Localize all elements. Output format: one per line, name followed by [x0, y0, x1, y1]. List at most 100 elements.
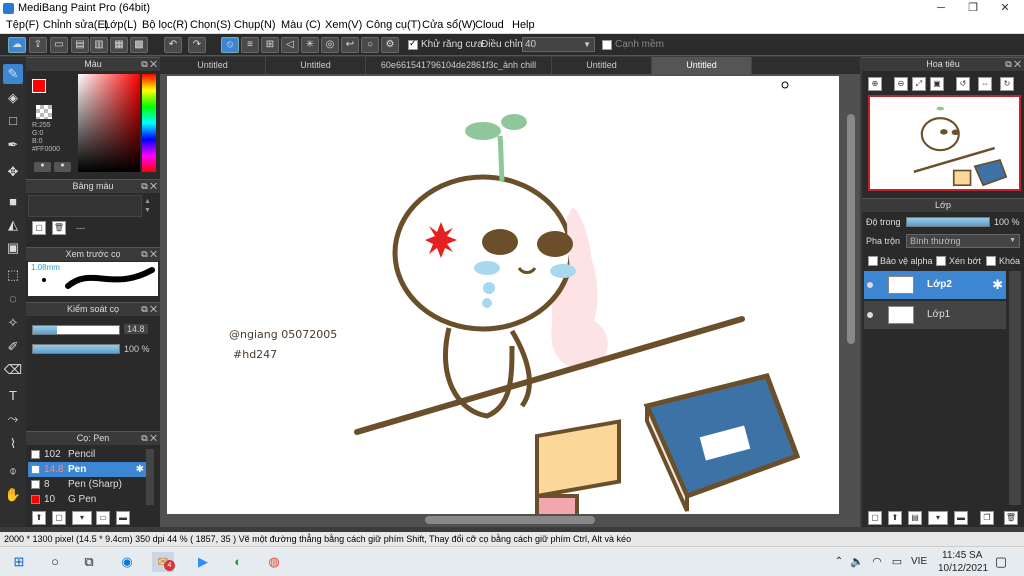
lock-checkbox[interactable]	[986, 256, 996, 266]
layer-row-selected[interactable]: Lớp2 ✱	[864, 271, 1006, 299]
clipping-checkbox[interactable]	[936, 256, 946, 266]
select-tool-icon[interactable]: ⬚	[3, 265, 23, 285]
brush-opacity-slider[interactable]	[32, 344, 120, 354]
new-layer-up-icon[interactable]: ⬆	[888, 511, 902, 525]
new-palette-icon[interactable]: ▢	[32, 221, 46, 235]
brush-folder-icon[interactable]: ▬	[116, 511, 130, 525]
menu-view[interactable]: Xem(V)	[325, 19, 362, 31]
panel-close-icon[interactable]: ⧉ ✕	[141, 58, 157, 71]
color-picker-square[interactable]	[78, 74, 140, 172]
panel-close-icon[interactable]: ⧉ ✕	[141, 180, 157, 193]
menu-capture[interactable]: Chụp(N)	[234, 19, 276, 31]
bucket-tool-icon[interactable]: ◭	[3, 215, 23, 235]
move-tool-icon[interactable]: ✥	[3, 162, 23, 182]
rotate-left-icon[interactable]: ↺	[956, 77, 970, 91]
rect-tool-icon[interactable]: □	[3, 111, 23, 131]
antialias-checkbox[interactable]	[408, 38, 418, 50]
vertical-scrollbar[interactable]	[845, 74, 857, 514]
palette-scroll-icon[interactable]: ▲ ▼	[144, 197, 151, 215]
brush-menu-icon[interactable]: ▾	[72, 511, 92, 525]
panel-close-icon[interactable]: ⧉ ✕	[141, 432, 157, 445]
minimize-button[interactable]: ─	[925, 0, 957, 17]
flip-icon[interactable]: ⇔	[978, 77, 992, 91]
layer-copy-icon[interactable]: ❐	[980, 511, 994, 525]
fill-rect-tool-icon[interactable]: ■	[3, 192, 23, 212]
layer-row[interactable]: Lớp1	[864, 301, 1006, 329]
dropper-tool-icon[interactable]: ⌇	[3, 434, 23, 454]
layer-opacity-slider[interactable]	[906, 217, 990, 227]
perspective-snap-icon[interactable]: ◁	[281, 37, 299, 53]
close-button[interactable]: ✕	[989, 0, 1021, 17]
actual-size-icon[interactable]: ▣	[930, 77, 944, 91]
curve-snap-icon[interactable]: ↩	[341, 37, 359, 53]
visibility-icon[interactable]	[867, 312, 873, 318]
chrome-icon[interactable]: ◍	[263, 552, 285, 572]
windows-start-icon[interactable]: ⊞	[8, 552, 30, 572]
rotate-right-icon[interactable]: ↻	[1000, 77, 1014, 91]
tab-untitled-3[interactable]: Untitled	[552, 57, 652, 74]
layer-scrollbar[interactable]	[1009, 271, 1021, 505]
lasso-tool-icon[interactable]: ◌	[3, 289, 23, 309]
settings-icon[interactable]: ⚙	[381, 37, 399, 53]
menu-tools[interactable]: Công cụ(T)	[366, 19, 421, 31]
zoom-app-icon[interactable]: ▶	[192, 552, 214, 572]
notification-center-icon[interactable]: ▢	[990, 552, 1012, 572]
new-layer-icon[interactable]: ▢	[868, 511, 882, 525]
brush-list-scrollbar[interactable]	[146, 449, 154, 505]
tab-untitled-1[interactable]: Untitled	[160, 57, 266, 74]
menu-cloud[interactable]: Cloud	[475, 19, 504, 31]
snap-off-icon[interactable]: ⦸	[221, 37, 239, 53]
gradient-tool-icon[interactable]: ▣	[3, 238, 23, 258]
brush-item[interactable]: 8 Pen (Sharp)	[28, 477, 146, 492]
battery-icon[interactable]: ▭	[886, 552, 908, 572]
transparent-swatch[interactable]	[36, 105, 52, 119]
panel-close-icon[interactable]: ⧉ ✕	[1005, 58, 1021, 71]
menu-help[interactable]: Help	[512, 19, 535, 31]
maximize-button[interactable]: ❐	[957, 0, 989, 17]
panel-close-icon[interactable]: ⧉ ✕	[141, 248, 157, 261]
clock-time[interactable]: 11:45 SA	[942, 550, 982, 561]
navigator-thumbnail[interactable]	[868, 95, 1021, 191]
vertical-scroll-thumb[interactable]	[847, 114, 855, 344]
horizontal-scroll-thumb[interactable]	[425, 516, 595, 524]
menu-select[interactable]: Chọn(S)	[190, 19, 231, 31]
horizontal-scrollbar[interactable]	[167, 514, 845, 526]
circle-snap-icon[interactable]: ○	[361, 37, 379, 53]
palette-add-button[interactable]: ●	[34, 162, 51, 172]
eraser-tool-icon[interactable]: ◈	[3, 88, 23, 108]
concentric-snap-icon[interactable]: ◎	[321, 37, 339, 53]
hue-slider[interactable]	[142, 74, 156, 172]
language-indicator[interactable]: VIE	[911, 556, 927, 567]
delete-layer-icon[interactable]: 🗑	[1004, 511, 1018, 525]
zoom-out-icon[interactable]: ⊖	[894, 77, 908, 91]
eyedropper-icon[interactable]: ⌽	[3, 461, 23, 481]
comment-icon[interactable]: ▭	[50, 37, 68, 53]
pen-tool-icon[interactable]: ✒	[3, 135, 23, 155]
fit-icon[interactable]: ⤢	[912, 77, 926, 91]
duplicate-layer-icon[interactable]: ▤	[908, 511, 922, 525]
palette-area[interactable]	[28, 195, 142, 217]
cloud-icon[interactable]: ☁	[8, 37, 26, 53]
visibility-icon[interactable]	[867, 282, 873, 288]
select-pen-icon[interactable]: ✐	[3, 337, 23, 357]
new-brush-icon[interactable]: ▢	[52, 511, 66, 525]
volume-icon[interactable]: 🔈	[846, 552, 868, 572]
menu-edit[interactable]: Chỉnh sửa(E)	[43, 19, 108, 31]
menu-window[interactable]: Cửa sổ(W)	[422, 19, 476, 31]
brush-item[interactable]: 10 G Pen	[28, 492, 146, 507]
operation-tool-icon[interactable]: ⤳	[3, 409, 23, 429]
edge-icon[interactable]: ◉	[116, 552, 138, 572]
protect-alpha-checkbox[interactable]	[868, 256, 878, 266]
delete-palette-icon[interactable]: 🗑	[52, 221, 66, 235]
layer-folder-icon[interactable]: ▬	[954, 511, 968, 525]
grid-snap-icon[interactable]: ⊞	[261, 37, 279, 53]
coccoc-icon[interactable]: ◐	[227, 552, 249, 572]
text-tool-icon[interactable]: T	[3, 386, 23, 406]
brush-copy-icon[interactable]: ▭	[96, 511, 110, 525]
menu-filter[interactable]: Bộ lọc(R)	[142, 19, 188, 31]
parallel-snap-icon[interactable]: ≡	[241, 37, 259, 53]
wifi-icon[interactable]: ◠	[866, 552, 888, 572]
menu-color[interactable]: Màu (C)	[281, 19, 321, 31]
select-eraser-icon[interactable]: ⌫	[3, 360, 23, 380]
document-icon[interactable]: ▥	[90, 37, 108, 53]
